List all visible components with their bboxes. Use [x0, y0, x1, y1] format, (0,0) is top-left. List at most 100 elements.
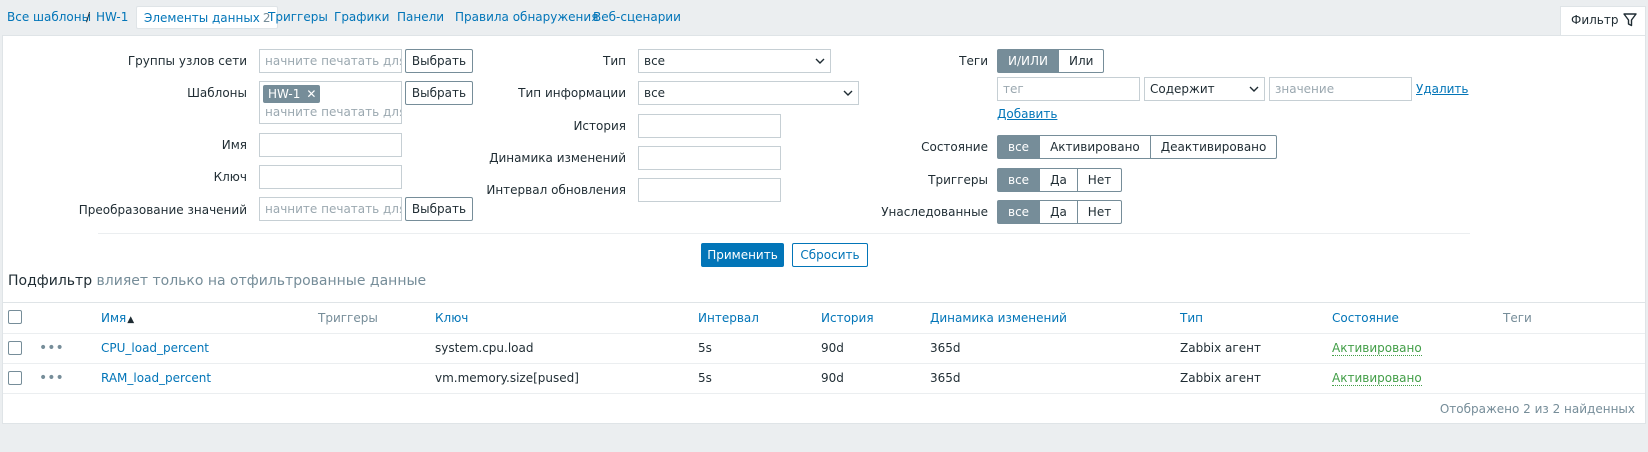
- table-row: ••• RAM_load_percent vm.memory.size[puse…: [3, 363, 1645, 393]
- tab-discovery-rules[interactable]: Правила обнаружения: [455, 10, 598, 24]
- add-tag-link[interactable]: Добавить: [997, 107, 1057, 121]
- chevron-down-icon: [815, 58, 825, 64]
- apply-button[interactable]: Применить: [701, 243, 784, 267]
- trends-input[interactable]: [638, 146, 781, 170]
- row-checkbox[interactable]: [8, 371, 22, 385]
- column-header-name[interactable]: Имя▲: [101, 311, 134, 325]
- triggers-all[interactable]: все: [997, 168, 1041, 192]
- filter-icon: [1623, 13, 1637, 27]
- reset-button[interactable]: Сбросить: [792, 243, 868, 267]
- item-trends: 365d: [930, 371, 961, 385]
- type-label: Тип: [603, 54, 626, 68]
- subfilter-heading: Подфильтр влияет только на отфильтрованн…: [8, 273, 426, 289]
- interval-input[interactable]: [638, 178, 781, 202]
- item-key: system.cpu.load: [435, 341, 534, 355]
- tab-graphs[interactable]: Графики: [334, 10, 389, 24]
- more-actions-icon[interactable]: •••: [39, 340, 64, 356]
- breadcrumb-host[interactable]: HW-1: [96, 10, 128, 24]
- results-count: Отображено 2 из 2 найденных: [1439, 402, 1635, 416]
- triggers-yes[interactable]: Да: [1039, 168, 1078, 192]
- tags-mode-toggle[interactable]: И/ИЛИ Или: [997, 49, 1105, 73]
- inherited-toggle[interactable]: все Да Нет: [997, 200, 1123, 224]
- state-label: Состояние: [921, 140, 988, 154]
- key-input[interactable]: [259, 165, 402, 189]
- history-input[interactable]: [638, 114, 781, 138]
- templates-multiselect[interactable]: HW-1 ✕ начните печатать для по: [259, 81, 402, 124]
- filter-panel: Группы узлов сети начните печатать для п…: [2, 35, 1646, 310]
- state-all[interactable]: все: [997, 135, 1041, 159]
- column-header-interval[interactable]: Интервал: [698, 311, 759, 325]
- name-input[interactable]: [259, 133, 402, 157]
- item-history: 90d: [821, 341, 844, 355]
- item-history: 90d: [821, 371, 844, 385]
- column-header-triggers: Триггеры: [318, 311, 378, 325]
- templates-label: Шаблоны: [187, 86, 247, 100]
- column-header-type[interactable]: Тип: [1180, 311, 1203, 325]
- tab-items[interactable]: Элементы данных 2: [136, 6, 278, 29]
- column-header-trends[interactable]: Динамика изменений: [930, 311, 1067, 325]
- value-map-label: Преобразование значений: [78, 203, 247, 217]
- item-status-link[interactable]: Активировано: [1332, 372, 1422, 386]
- more-actions-icon[interactable]: •••: [39, 370, 64, 386]
- triggers-label: Триггеры: [928, 173, 988, 187]
- tab-dashboards[interactable]: Панели: [397, 10, 444, 24]
- subfilter-title: Подфильтр: [8, 273, 93, 289]
- chevron-down-icon: [843, 90, 853, 96]
- templates-select-button[interactable]: Выбрать: [405, 81, 473, 105]
- host-groups-select-button[interactable]: Выбрать: [405, 49, 473, 73]
- inherited-no[interactable]: Нет: [1076, 200, 1123, 224]
- tag-value-placeholder: значение: [1275, 82, 1335, 96]
- tag-placeholder: тег: [1003, 82, 1024, 96]
- row-checkbox[interactable]: [8, 341, 22, 355]
- tags-label: Теги: [959, 54, 988, 68]
- item-interval: 5s: [698, 371, 712, 385]
- breadcrumb-separator: /: [86, 10, 91, 24]
- sort-ascending-icon: ▲: [127, 315, 135, 325]
- tab-items-label: Элементы данных: [144, 11, 260, 25]
- tab-triggers[interactable]: Триггеры: [268, 10, 328, 24]
- items-table: Имя▲ Триггеры Ключ Интервал История Дина…: [2, 302, 1646, 424]
- host-groups-label: Группы узлов сети: [127, 54, 247, 68]
- subfilter-hint: влияет только на отфильтрованные данные: [96, 273, 427, 289]
- state-toggle[interactable]: все Активировано Деактивировано: [997, 135, 1278, 159]
- tags-mode-or[interactable]: Или: [1058, 49, 1105, 73]
- inherited-yes[interactable]: Да: [1039, 200, 1078, 224]
- item-name-link[interactable]: CPU_load_percent: [101, 341, 209, 355]
- item-status-link[interactable]: Активировано: [1332, 342, 1422, 356]
- inherited-all[interactable]: все: [997, 200, 1041, 224]
- remove-chip-icon[interactable]: ✕: [306, 87, 316, 101]
- item-name-link[interactable]: RAM_load_percent: [101, 371, 211, 385]
- value-map-placeholder: начните печатать для по: [265, 202, 401, 216]
- filter-tab[interactable]: Фильтр: [1560, 6, 1646, 36]
- column-header-name-label: Имя: [101, 311, 127, 325]
- value-map-select-button[interactable]: Выбрать: [405, 197, 473, 221]
- tag-value-input[interactable]: значение: [1269, 77, 1412, 101]
- template-chip-label: HW-1: [268, 87, 301, 101]
- remove-tag-link[interactable]: Удалить: [1416, 82, 1469, 96]
- key-label: Ключ: [213, 170, 247, 184]
- value-map-input[interactable]: начните печатать для по: [259, 197, 402, 221]
- host-groups-placeholder: начните печатать для по: [265, 54, 401, 68]
- select-all-checkbox[interactable]: [8, 310, 22, 324]
- type-select[interactable]: все: [638, 49, 831, 73]
- triggers-toggle[interactable]: все Да Нет: [997, 168, 1123, 192]
- type-value: все: [644, 54, 666, 68]
- tag-name-input[interactable]: тег: [997, 77, 1140, 101]
- column-header-key[interactable]: Ключ: [435, 311, 468, 325]
- host-groups-input[interactable]: начните печатать для по: [259, 49, 402, 73]
- tag-operator-select[interactable]: Содержит: [1144, 77, 1265, 101]
- filter-tab-label: Фильтр: [1571, 13, 1619, 27]
- breadcrumb-all-templates[interactable]: Все шаблоны: [7, 10, 91, 24]
- triggers-no[interactable]: Нет: [1076, 168, 1123, 192]
- column-header-status[interactable]: Состояние: [1332, 311, 1399, 325]
- state-disabled[interactable]: Деактивировано: [1149, 135, 1278, 159]
- table-row: ••• CPU_load_percent system.cpu.load 5s …: [3, 333, 1645, 363]
- tags-mode-and-or[interactable]: И/ИЛИ: [997, 49, 1059, 73]
- info-type-select[interactable]: все: [638, 81, 859, 105]
- tab-web-scenarios[interactable]: Веб-сценарии: [593, 10, 681, 24]
- item-trends: 365d: [930, 341, 961, 355]
- column-header-history[interactable]: История: [821, 311, 874, 325]
- item-key: vm.memory.size[pused]: [435, 371, 579, 385]
- table-footer: Отображено 2 из 2 найденных: [3, 393, 1645, 424]
- state-enabled[interactable]: Активировано: [1039, 135, 1151, 159]
